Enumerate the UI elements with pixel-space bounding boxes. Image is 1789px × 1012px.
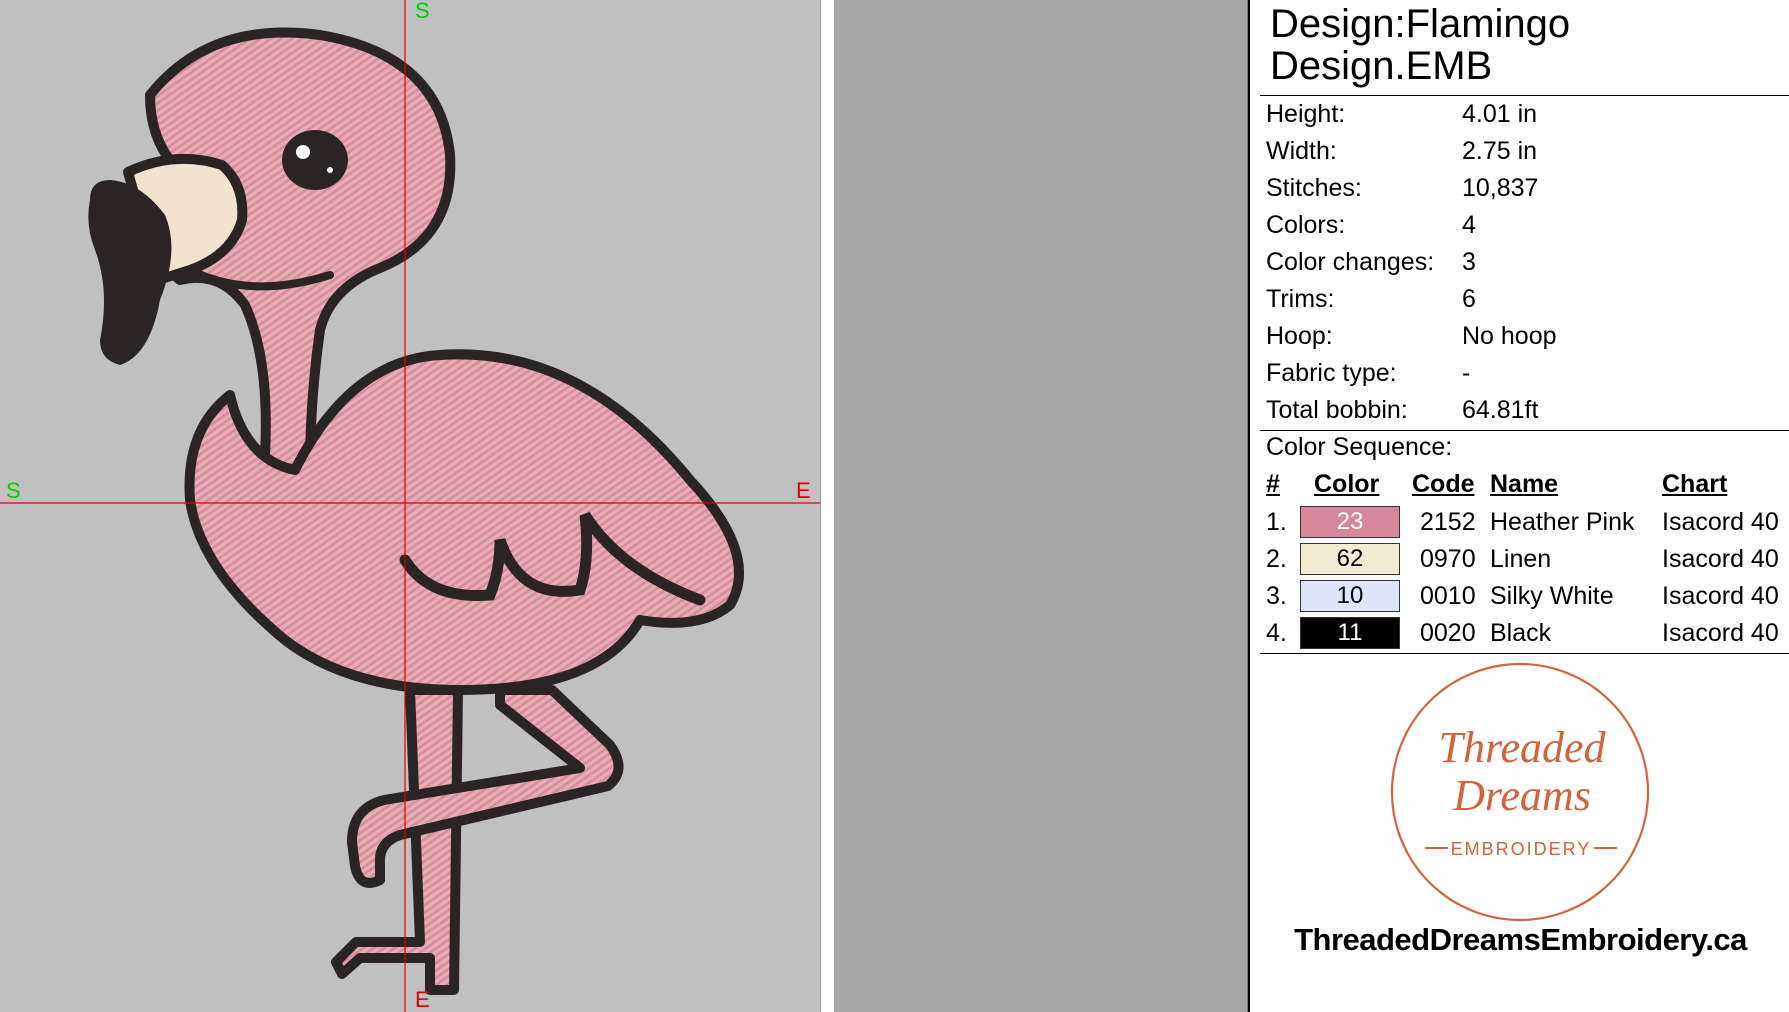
axis-label-top: S	[415, 0, 430, 23]
row-num: 2.	[1266, 545, 1287, 573]
prop-label-color-changes: Color changes:	[1266, 248, 1435, 276]
threaded-dreams-logo: Threaded Dreams EMBROIDERY	[1390, 662, 1650, 922]
thread-name: Silky White	[1490, 582, 1614, 610]
thread-chart: Isacord 40	[1662, 508, 1779, 536]
prop-value-height: 4.01 in	[1462, 100, 1538, 128]
logo-line1: Threaded	[1438, 723, 1606, 772]
axis-label-right: E	[796, 478, 811, 503]
color-swatch: 11	[1300, 617, 1400, 649]
prop-value-stitches: 10,837	[1462, 174, 1539, 202]
prop-value-color-changes: 3	[1462, 248, 1476, 276]
thread-chart: Isacord 40	[1662, 582, 1779, 610]
design-name-title: Design:Flamingo	[1270, 2, 1571, 46]
divider	[1260, 653, 1789, 654]
prop-label-hoop: Hoop:	[1266, 322, 1333, 350]
axis-label-bottom: E	[415, 987, 430, 1012]
row-num: 1.	[1266, 508, 1287, 536]
thread-chart: Isacord 40	[1662, 545, 1779, 573]
prop-label-trims: Trims:	[1266, 285, 1335, 313]
divider	[1260, 95, 1789, 96]
canvas-scroll-edge	[820, 0, 835, 1012]
prop-label-stitches: Stitches:	[1266, 174, 1362, 202]
divider	[1260, 430, 1789, 431]
prop-value-hoop: No hoop	[1462, 322, 1557, 350]
color-swatch: 10	[1300, 580, 1400, 612]
col-header-num: #	[1266, 470, 1280, 498]
row-num: 4.	[1266, 619, 1287, 647]
logo-line3: EMBROIDERY	[1451, 839, 1592, 859]
flamingo-beak-dark	[88, 180, 172, 365]
col-header-code: Code	[1412, 470, 1475, 498]
prop-value-colors: 4	[1462, 211, 1476, 239]
flamingo-eye-shine	[296, 145, 310, 159]
prop-label-colors: Colors:	[1266, 211, 1346, 239]
color-swatch: 23	[1300, 506, 1400, 538]
row-num: 3.	[1266, 582, 1287, 610]
thread-code: 0020	[1420, 619, 1476, 647]
thread-name: Linen	[1490, 545, 1552, 573]
design-canvas[interactable]: S E S E	[0, 0, 820, 1012]
prop-label-width: Width:	[1266, 137, 1337, 165]
prop-value-fabric-type: -	[1462, 359, 1471, 387]
thread-name: Heather Pink	[1490, 508, 1635, 536]
thread-code: 0010	[1420, 582, 1476, 610]
thread-code: 2152	[1420, 508, 1476, 536]
flamingo-embroidery-preview	[0, 0, 820, 1012]
prop-label-fabric-type: Fabric type:	[1266, 359, 1397, 387]
axis-label-left: S	[6, 478, 21, 503]
prop-value-total-bobbin: 64.81ft	[1462, 396, 1539, 424]
flamingo-eye	[282, 130, 348, 190]
design-info-panel: Design:Flamingo Design.EMB Height: 4.01 …	[1248, 0, 1789, 1012]
col-header-chart: Chart	[1662, 470, 1728, 498]
flamingo-leg-bent	[347, 685, 624, 888]
col-header-name: Name	[1490, 470, 1559, 498]
design-file-title: Design.EMB	[1270, 44, 1493, 88]
color-swatch: 62	[1300, 543, 1400, 575]
thread-chart: Isacord 40	[1662, 619, 1779, 647]
prop-label-height: Height:	[1266, 100, 1346, 128]
prop-value-trims: 6	[1462, 285, 1476, 313]
col-header-color: Color	[1314, 470, 1380, 498]
website-text: ThreadedDreamsEmbroidery.ca	[1294, 922, 1747, 957]
color-sequence-heading: Color Sequence:	[1266, 433, 1453, 461]
prop-label-total-bobbin: Total bobbin:	[1266, 396, 1408, 424]
thread-code: 0970	[1420, 545, 1476, 573]
prop-value-width: 2.75 in	[1462, 137, 1538, 165]
thread-name: Black	[1490, 619, 1552, 647]
logo-line2: Dreams	[1452, 771, 1591, 820]
workspace-gray-panel	[834, 0, 1248, 1012]
